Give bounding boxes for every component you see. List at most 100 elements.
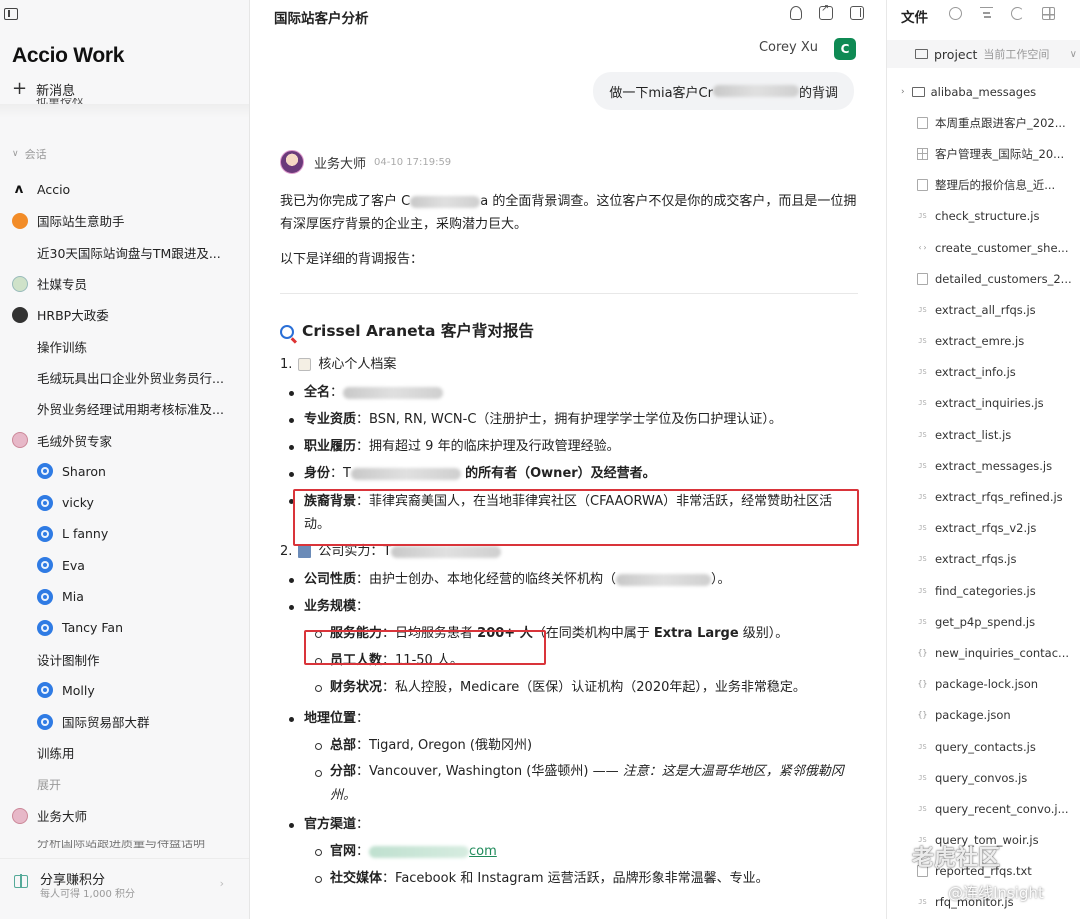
js-file-icon: JS bbox=[918, 742, 927, 751]
folder-item[interactable]: › alibaba_messages bbox=[887, 76, 1080, 107]
sidebar-item[interactable]: Mia bbox=[0, 581, 249, 612]
file-item[interactable]: JS extract_info.js bbox=[887, 357, 1080, 388]
file-item[interactable]: {} package-lock.json bbox=[887, 669, 1080, 700]
js-file-icon: JS bbox=[918, 586, 927, 595]
person-icon[interactable] bbox=[790, 6, 802, 20]
file-item[interactable]: JS extract_emre.js bbox=[887, 326, 1080, 357]
item-fullname: 全名： bbox=[280, 380, 858, 407]
sidebar-item[interactable]: 训练用 bbox=[0, 737, 249, 768]
sidebar-item[interactable]: 展开 bbox=[0, 769, 249, 800]
file-item[interactable]: JS get_p4p_spend.js bbox=[887, 606, 1080, 637]
file-item[interactable]: JS check_structure.js bbox=[887, 201, 1080, 232]
value: Facebook 和 Instagram 运营活跃，品牌形象非常温馨、专业。 bbox=[395, 871, 769, 886]
json-file-icon: {} bbox=[917, 647, 928, 657]
bot-timestamp: 04-10 17:19:59 bbox=[374, 156, 452, 168]
file-item[interactable]: JS extract_inquiries.js bbox=[887, 388, 1080, 419]
sidebar-item[interactable]: HRBP大政委 bbox=[0, 299, 249, 330]
sidebar-item-label: 展开 bbox=[37, 777, 62, 792]
sidebar-toggle-icon[interactable] bbox=[4, 8, 18, 20]
filter-icon[interactable] bbox=[980, 7, 993, 20]
file-item[interactable]: detailed_customers_2... bbox=[887, 263, 1080, 294]
file-item[interactable]: 整理后的报价信息_近... bbox=[887, 170, 1080, 201]
panel-toggle-icon[interactable] bbox=[850, 6, 864, 20]
file-item[interactable]: {} new_inquiries_contac... bbox=[887, 637, 1080, 668]
file-panel: 文件 project 当前工作空间 ∨ › alibaba_messages 本周重… bbox=[886, 0, 1080, 919]
value-a: T bbox=[343, 466, 351, 481]
section-label: 会话 bbox=[24, 148, 47, 161]
file-item[interactable]: 客户管理表_国际站_20... bbox=[887, 138, 1080, 169]
sidebar-item[interactable]: L fanny bbox=[0, 518, 249, 549]
file-item[interactable]: reported_rfqs.txt bbox=[887, 856, 1080, 887]
file-name: 整理后的报价信息_近... bbox=[935, 178, 1056, 193]
file-item[interactable]: JS query_convos.js bbox=[887, 762, 1080, 793]
redacted-text bbox=[410, 195, 481, 208]
sidebar-item[interactable]: 外贸业务经理试用期考核标准及... bbox=[0, 393, 249, 424]
website-link[interactable]: com bbox=[469, 844, 497, 859]
share-icon[interactable] bbox=[819, 3, 833, 20]
colon: ： bbox=[356, 412, 370, 427]
value-number: 200+ 人 bbox=[477, 626, 533, 641]
file-item[interactable]: JS query_contacts.js bbox=[887, 731, 1080, 762]
value-level: Extra Large bbox=[653, 626, 739, 641]
sidebar-item[interactable]: Molly bbox=[0, 675, 249, 706]
sidebar-item[interactable]: Tancy Fan bbox=[0, 612, 249, 643]
grid-icon[interactable] bbox=[1042, 7, 1055, 20]
key: 总部 bbox=[330, 738, 357, 753]
sidebar-item[interactable]: 近30天国际站询盘与TM跟进及... bbox=[0, 237, 249, 268]
file-item[interactable]: JS find_categories.js bbox=[887, 575, 1080, 606]
search-icon[interactable] bbox=[949, 7, 962, 20]
sidebar-item-label: Mia bbox=[62, 589, 84, 604]
sidebar-item[interactable]: Eva bbox=[0, 550, 249, 581]
colon: ： bbox=[356, 711, 370, 726]
sidebar-item-label: 国际站生意助手 bbox=[37, 214, 125, 230]
value-end: ）。 bbox=[711, 572, 731, 587]
file-name: extract_list.js bbox=[935, 427, 1012, 442]
item-career: 职业履历：拥有超过 9 年的临床护理及行政管理经验。 bbox=[280, 434, 858, 461]
sidebar-item[interactable]: ʌ Accio bbox=[0, 174, 249, 205]
file-item[interactable]: JS extract_all_rfqs.js bbox=[887, 294, 1080, 325]
file-name: rfq_monitor.js bbox=[935, 895, 1014, 910]
file-name: extract_rfqs_v2.js bbox=[935, 521, 1037, 536]
sidebar-item[interactable]: 设计图制作 bbox=[0, 643, 249, 674]
file-item[interactable]: JS query_tom_woir.js bbox=[887, 825, 1080, 856]
file-name: alibaba_messages bbox=[930, 84, 1037, 99]
file-item[interactable]: JS extract_rfqs.js bbox=[887, 544, 1080, 575]
redacted-text bbox=[391, 545, 502, 558]
sidebar-item[interactable]: 业务大师 bbox=[0, 800, 249, 831]
section-header-conversations[interactable]: ∨ 会话 bbox=[12, 146, 47, 162]
file-item[interactable]: JS extract_rfqs_refined.js bbox=[887, 481, 1080, 512]
new-message-button[interactable]: + 新消息 bbox=[12, 78, 75, 100]
js-file-icon: JS bbox=[918, 898, 927, 907]
sidebar-item[interactable]: 操作训练 bbox=[0, 330, 249, 361]
sidebar-item[interactable]: 国际贸易部大群 bbox=[0, 706, 249, 737]
key: 财务状况 bbox=[330, 680, 383, 695]
sidebar-item[interactable]: 国际站生意助手 bbox=[0, 205, 249, 236]
sidebar-item[interactable]: 毛绒玩具出口企业外贸业务员行... bbox=[0, 362, 249, 393]
file-item[interactable]: JS extract_rfqs_v2.js bbox=[887, 513, 1080, 544]
sidebar-item[interactable]: Sharon bbox=[0, 456, 249, 487]
file-item[interactable]: JS extract_messages.js bbox=[887, 450, 1080, 481]
file-item[interactable]: JS extract_list.js bbox=[887, 419, 1080, 450]
share-points-card[interactable]: 分享赚积分 每人可得 1,000 积分 › bbox=[0, 858, 249, 919]
avatar bbox=[37, 619, 53, 636]
bot-message: 我已为你完成了客户 Ca 的全面背景调查。这位客户不仅是你的成交客户，而且是一位… bbox=[280, 190, 858, 893]
section-2-heading: 2. 公司实力：T bbox=[280, 536, 858, 567]
user-message-prefix: 做一下mia客户Cr bbox=[609, 85, 713, 101]
file-item[interactable]: {} package.json bbox=[887, 700, 1080, 731]
chevron-down-icon: ∨ bbox=[12, 149, 19, 159]
json-file-icon: {} bbox=[917, 679, 928, 689]
file-item[interactable]: JS query_recent_convo.j... bbox=[887, 793, 1080, 824]
file-item[interactable]: ‹› create_customer_she... bbox=[887, 232, 1080, 263]
file-item[interactable]: 本周重点跟进客户_202... bbox=[887, 107, 1080, 138]
sidebar-item[interactable]: vicky bbox=[0, 487, 249, 518]
colon: ： bbox=[356, 572, 370, 587]
sidebar-item[interactable]: 毛绒外贸专家 bbox=[0, 424, 249, 455]
refresh-icon[interactable] bbox=[1011, 7, 1024, 20]
files-title: 文件 bbox=[901, 10, 928, 26]
project-folder[interactable]: project 当前工作空间 ∨ bbox=[887, 40, 1080, 68]
sidebar-item[interactable]: 社媒专员 bbox=[0, 268, 249, 299]
intro-paragraph: 我已为你完成了客户 Ca 的全面背景调查。这位客户不仅是你的成交客户，而且是一位… bbox=[280, 190, 858, 236]
file-name: detailed_customers_2... bbox=[935, 271, 1072, 286]
sidebar: Accio Work + 新消息 批量授权 ∨ 会话 ʌ Accio 国际站生意助手… bbox=[0, 0, 250, 919]
file-item[interactable]: JS rfq_monitor.js bbox=[887, 887, 1080, 918]
